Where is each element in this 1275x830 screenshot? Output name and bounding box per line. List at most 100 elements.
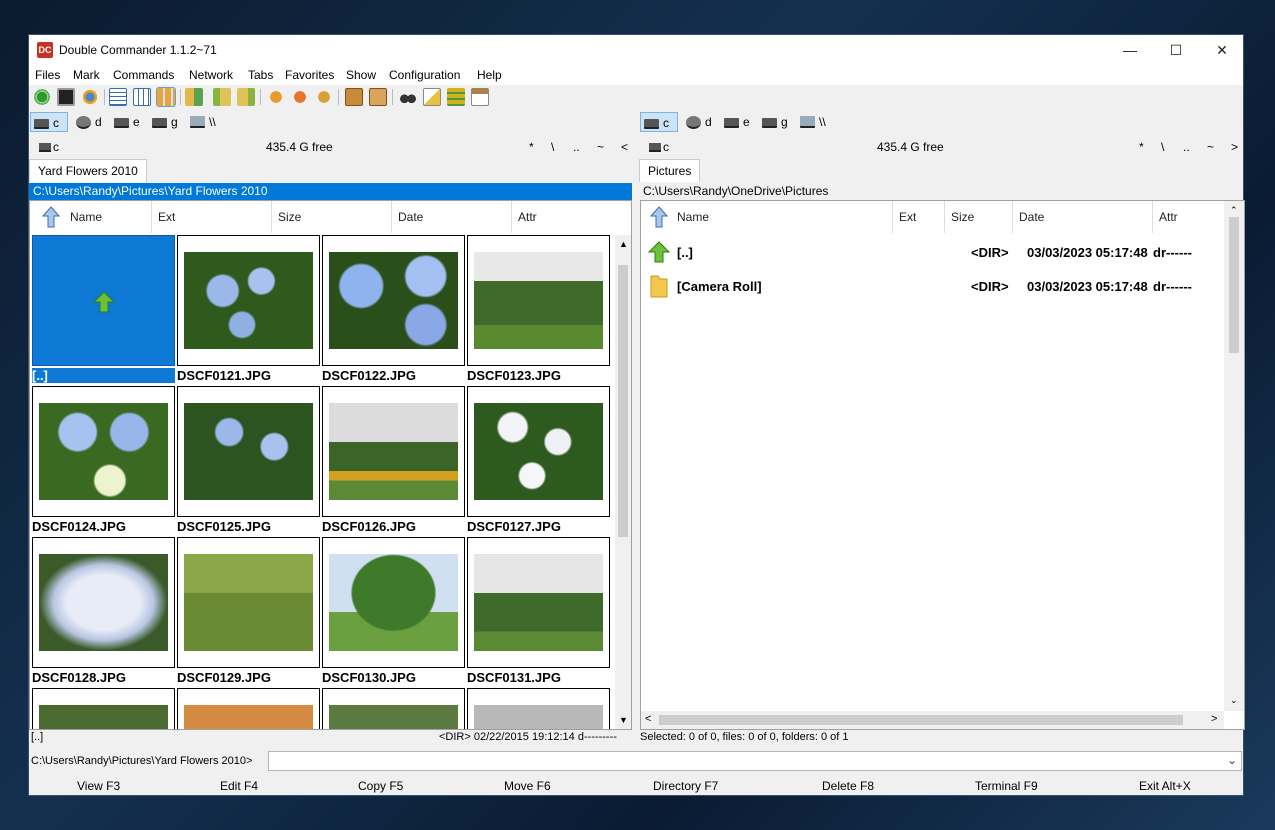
right-path-bar[interactable]: C:\Users\Randy\OneDrive\Pictures (639, 183, 1245, 200)
exit-button[interactable]: Exit Alt+X (1139, 779, 1191, 793)
right-col-ext[interactable]: Ext (893, 201, 945, 233)
options-icon[interactable] (81, 88, 99, 106)
scroll-thumb[interactable] (659, 715, 1183, 725)
left-nav-history[interactable]: < (621, 140, 628, 154)
full-view-icon[interactable] (133, 88, 151, 106)
scroll-up-icon[interactable]: ▲ (619, 239, 628, 249)
thumb-parent[interactable] (32, 235, 175, 366)
left-nav-home[interactable]: ~ (597, 140, 604, 154)
right-drive-network[interactable]: \\ (797, 112, 826, 132)
file-row-camera-roll[interactable]: [Camera Roll] <DIR> 03/03/2023 05:17:48 … (641, 269, 1244, 303)
command-input[interactable]: ⌄ (268, 751, 1242, 771)
scroll-right-icon[interactable]: > (1211, 713, 1217, 725)
right-nav-up[interactable]: .. (1183, 140, 1190, 154)
multi-rename-icon[interactable] (267, 88, 285, 106)
scroll-up-icon[interactable]: ⌃ (1230, 205, 1238, 216)
edit-f4-button[interactable]: Edit F4 (220, 779, 258, 793)
right-nav-home[interactable]: ~ (1207, 140, 1214, 154)
thumbnail-view-icon[interactable] (156, 87, 176, 107)
scroll-thumb[interactable] (1229, 217, 1239, 353)
thumb-partial[interactable] (322, 688, 465, 729)
brief-view-icon[interactable] (109, 88, 127, 106)
file-row-parent[interactable]: [..] <DIR> 03/03/2023 05:17:48 dr------ (641, 235, 1244, 269)
unpack-icon[interactable] (369, 88, 387, 106)
left-nav-root-all[interactable]: * (529, 140, 534, 154)
menu-favorites[interactable]: Favorites (285, 68, 334, 82)
right-tab[interactable]: Pictures (639, 159, 701, 182)
menu-help[interactable]: Help (477, 68, 502, 82)
sync-dirs-icon[interactable] (291, 88, 309, 106)
menu-configuration[interactable]: Configuration (389, 68, 460, 82)
directory-f7-button[interactable]: Directory F7 (653, 779, 718, 793)
thumb-dscf0122[interactable] (322, 235, 465, 366)
left-path-bar[interactable]: C:\Users\Randy\Pictures\Yard Flowers 201… (29, 183, 632, 200)
left-nav-up[interactable]: .. (573, 140, 580, 154)
column-set-icon[interactable] (447, 88, 465, 106)
left-col-ext[interactable]: Ext (152, 201, 272, 233)
thumb-dscf0129[interactable] (177, 537, 320, 668)
scroll-down-icon[interactable]: ⌄ (1230, 695, 1238, 706)
menu-show[interactable]: Show (346, 68, 376, 82)
edit-icon[interactable] (423, 88, 441, 106)
left-drive-d[interactable]: d (73, 112, 102, 132)
left-file-panel[interactable]: Name Ext Size Date Attr [..] DSCF0121.JP… (29, 200, 632, 730)
copy-left-icon[interactable] (213, 88, 231, 106)
left-col-attr[interactable]: Attr (512, 201, 612, 233)
scroll-left-icon[interactable]: < (645, 713, 651, 725)
left-col-date[interactable]: Date (392, 201, 512, 233)
left-col-size[interactable]: Size (272, 201, 392, 233)
terminal-f9-button[interactable]: Terminal F9 (975, 779, 1038, 793)
right-file-panel[interactable]: Name Ext Size Date Attr [..] <DIR> 03/03… (640, 200, 1245, 730)
terminal-icon[interactable] (57, 88, 75, 106)
right-drive-e[interactable]: e (721, 112, 750, 132)
move-f6-button[interactable]: Move F6 (504, 779, 551, 793)
view-f3-button[interactable]: View F3 (77, 779, 120, 793)
right-col-size[interactable]: Size (945, 201, 1013, 233)
left-vertical-scrollbar[interactable]: ▲ ▼ (615, 235, 631, 729)
close-button[interactable]: ✕ (1199, 35, 1245, 65)
thumb-dscf0125[interactable] (177, 386, 320, 517)
right-nav-root-all[interactable]: * (1139, 140, 1144, 154)
pack-icon[interactable] (345, 88, 363, 106)
left-drive-g[interactable]: g (149, 112, 178, 132)
thumb-dscf0131[interactable] (467, 537, 610, 668)
left-tab[interactable]: Yard Flowers 2010 (29, 159, 147, 182)
menu-network[interactable]: Network (189, 68, 233, 82)
left-drive-c[interactable]: c (30, 112, 68, 132)
menu-tabs[interactable]: Tabs (248, 68, 273, 82)
right-vertical-scrollbar[interactable]: ⌃ ⌄ (1224, 201, 1244, 711)
thumb-dscf0123[interactable] (467, 235, 610, 366)
right-drive-d[interactable]: d (683, 112, 712, 132)
chevron-down-icon[interactable]: ⌄ (1227, 753, 1237, 767)
compare-icon[interactable] (185, 88, 203, 106)
copy-right-icon[interactable] (237, 88, 255, 106)
right-drive-c[interactable]: c (640, 112, 678, 132)
copy-f5-button[interactable]: Copy F5 (358, 779, 403, 793)
thumb-dscf0124[interactable] (32, 386, 175, 517)
left-nav-root[interactable]: \ (551, 140, 554, 154)
scroll-down-icon[interactable]: ▼ (619, 715, 628, 725)
thumb-partial[interactable] (177, 688, 320, 729)
menu-commands[interactable]: Commands (113, 68, 174, 82)
refresh-icon[interactable] (33, 88, 51, 106)
thumb-dscf0127[interactable] (467, 386, 610, 517)
minimize-button[interactable]: — (1107, 35, 1153, 65)
clipboard-icon[interactable] (471, 88, 489, 106)
thumb-partial[interactable] (32, 688, 175, 729)
left-drive-e[interactable]: e (111, 112, 140, 132)
left-drive-network[interactable]: \\ (187, 112, 216, 132)
search-icon[interactable] (399, 88, 417, 106)
thumb-partial[interactable] (467, 688, 610, 729)
left-col-name[interactable]: Name (64, 201, 152, 233)
menu-files[interactable]: Files (35, 68, 60, 82)
scroll-thumb[interactable] (618, 265, 628, 537)
right-drive-g[interactable]: g (759, 112, 788, 132)
maximize-button[interactable]: ☐ (1153, 35, 1199, 65)
right-nav-root[interactable]: \ (1161, 140, 1164, 154)
delete-f8-button[interactable]: Delete F8 (822, 779, 874, 793)
right-col-attr[interactable]: Attr (1153, 201, 1223, 233)
thumb-dscf0130[interactable] (322, 537, 465, 668)
thumb-dscf0121[interactable] (177, 235, 320, 366)
thumb-dscf0126[interactable] (322, 386, 465, 517)
thumb-dscf0128[interactable] (32, 537, 175, 668)
